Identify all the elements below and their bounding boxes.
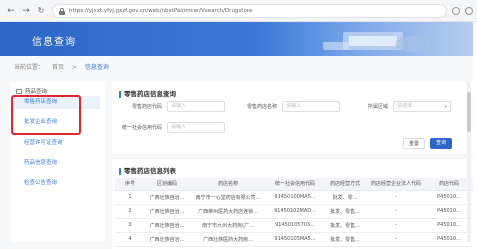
header-banner: 信息查询: [0, 22, 473, 56]
section-divider: [112, 154, 473, 159]
folder-icon: [16, 89, 22, 94]
table-cell: 广西壮族自治...: [145, 218, 189, 233]
lock-icon: [59, 8, 65, 15]
highlight-annotation: [11, 95, 81, 135]
credit-code-label: 统一社会信用代码: [121, 125, 162, 131]
col-header-business-mode: 药店经营方式: [323, 178, 367, 191]
table-cell: -: [367, 218, 425, 233]
sidebar: 药品查询 零售药店查询 批发企业查询 经营许可证查询 药品信息查询 检查公告查询: [10, 82, 105, 242]
region-label: 所属区域: [367, 104, 388, 110]
table-cell: 广西柳州医药大药店连锁...: [189, 204, 267, 219]
table-cell: 91450105703...: [267, 218, 323, 233]
table-cell: 2: [115, 204, 145, 219]
store-code-input[interactable]: 请输入: [167, 101, 225, 112]
browser-toolbar: ← → ↻ https://yjxxt.yfyj.gxzf.gov.cn/web…: [0, 0, 477, 22]
table-row[interactable]: 1 广西壮族自治... 南宁市一心堂药店有限公司... 91450100MA5.…: [115, 190, 473, 205]
table-cell: 广西壮族医药大药房...: [189, 232, 267, 247]
store-code-label: 零售药店代码: [131, 104, 162, 110]
store-name-input[interactable]: 请输入: [282, 101, 340, 112]
table-cell: 批发、零售...: [323, 232, 367, 247]
table-cell: 南宁市九州大药房(广...: [189, 218, 267, 233]
region-placeholder: 请选择: [397, 103, 413, 109]
table-row[interactable]: 2 广西壮族自治... 广西柳州医药大药店连锁... 91450102MAD..…: [115, 204, 473, 219]
table-cell: 4: [115, 232, 145, 247]
table-cell: 91450100MA5...: [267, 190, 323, 205]
banner-illustration: [323, 32, 431, 52]
table-row[interactable]: 3 广西壮族自治... 南宁市九州大药房(广... 91450105703...…: [115, 218, 473, 233]
page-title: 信息查询: [32, 37, 76, 48]
table-cell: 广西壮族自治...: [145, 190, 189, 205]
table-cell: 91450105MA5...: [267, 232, 323, 247]
search-button[interactable]: 查询: [430, 138, 452, 149]
col-header-credit-code: 统一社会信用代码: [267, 178, 323, 191]
sidebar-item-inspection[interactable]: 检查公告查询: [24, 178, 57, 186]
table-cell: 批发、零...: [323, 190, 367, 205]
url-text[interactable]: https://yjxxt.yfyj.gxzf.gov.cn/web/nbxtP…: [69, 8, 252, 14]
col-header-store-code: 药店代码: [425, 178, 473, 191]
reset-button[interactable]: 重置: [403, 138, 425, 149]
results-section-title: 零售药店信息列表: [119, 165, 176, 175]
sidebar-item-license[interactable]: 经营许可证查询: [24, 138, 63, 146]
table-cell: -: [367, 190, 425, 205]
table-cell: -: [367, 232, 425, 247]
page: 信息查询 当前位置： 首页 > 信息查询 药品查询 零售药店查询 批发企业查询 …: [0, 22, 473, 249]
region-select[interactable]: 请选择 ▾: [393, 101, 451, 112]
menu-icon[interactable]: [465, 7, 473, 15]
query-section-title: 零售药店信息查询: [119, 88, 176, 98]
breadcrumb-current: 信息查询: [84, 64, 109, 71]
table-cell: 批发、零售...: [323, 204, 367, 219]
table-cell: 91450102MAD...: [267, 204, 323, 219]
table-cell: 广西壮族自治...: [145, 204, 189, 219]
credit-code-input[interactable]: 请输入: [167, 122, 225, 133]
address-bar[interactable]: https://yjxxt.yfyj.gxzf.gov.cn/web/nbxtP…: [52, 4, 447, 18]
table-cell: P45010...: [425, 204, 473, 219]
chevron-down-icon: ▾: [444, 104, 447, 110]
table-row[interactable]: 4 广西壮族自治... 广西壮族医药大药房... 91450105MA5... …: [115, 232, 473, 247]
breadcrumb-home[interactable]: 首页: [52, 64, 64, 71]
col-header-legal-code: 药店经营企业法人代码: [367, 178, 425, 191]
scrollbar-thumb[interactable]: [467, 92, 471, 132]
table-cell: 3: [115, 218, 145, 233]
sidebar-group-header[interactable]: 药品查询: [16, 87, 47, 95]
reload-icon[interactable]: ↻: [35, 5, 47, 17]
table-cell: 南宁市一心堂药店有限公司...: [189, 190, 267, 205]
col-header-store-name: 药店名称: [189, 178, 267, 191]
table-header-row: 序号 区划编码 药店名称 统一社会信用代码 药店经营方式 药店经营企业法人代码 …: [115, 178, 473, 191]
main-panel: 零售药店信息查询 零售药店代码 请输入 零售药店名称 请输入 所属区域 请选择 …: [112, 82, 473, 249]
store-name-label: 零售药店名称: [246, 104, 277, 110]
table-cell: 批发、零售...: [323, 218, 367, 233]
back-arrow-icon[interactable]: ←: [5, 5, 17, 17]
profile-icon[interactable]: [452, 7, 460, 15]
forward-arrow-icon[interactable]: →: [20, 5, 32, 17]
page-scrollbar[interactable]: [467, 82, 471, 242]
col-header-region-code: 区划编码: [145, 178, 189, 191]
table-cell: 1: [115, 190, 145, 205]
breadcrumb-label: 当前位置：: [14, 64, 45, 71]
results-table: 序号 区划编码 药店名称 统一社会信用代码 药店经营方式 药店经营企业法人代码 …: [115, 178, 473, 247]
sidebar-item-drug-info[interactable]: 药品信息查询: [24, 158, 57, 166]
table-cell: P45010...: [425, 218, 473, 233]
breadcrumb: 当前位置： 首页 > 信息查询: [14, 64, 109, 71]
col-header-index: 序号: [115, 178, 145, 191]
table-cell: -: [367, 204, 425, 219]
table-cell: P45010...: [425, 232, 473, 247]
table-cell: 广西壮族自治...: [145, 232, 189, 247]
table-cell: P45010...: [425, 190, 473, 205]
